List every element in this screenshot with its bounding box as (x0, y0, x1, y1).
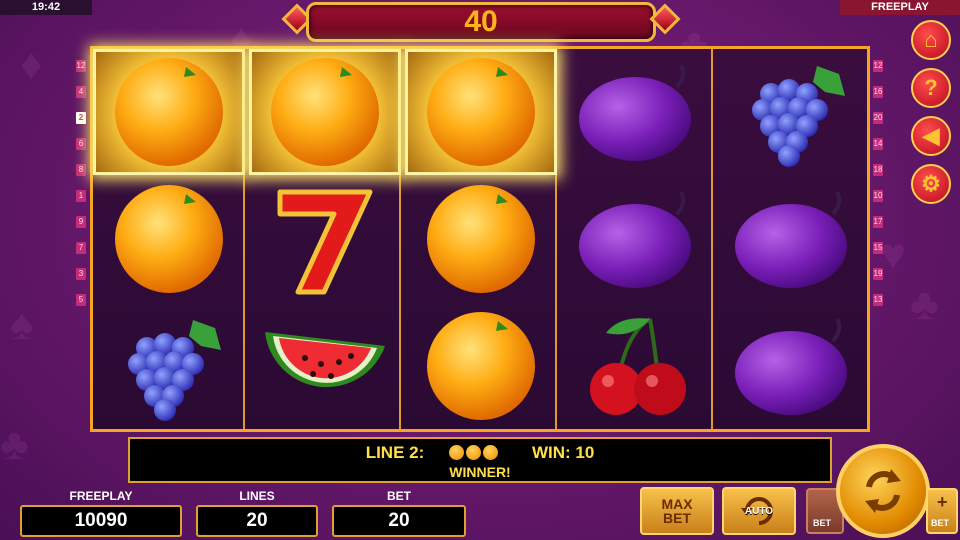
cherries-symbol (561, 303, 713, 429)
orange-symbol (249, 49, 401, 175)
payline-number: 6 (76, 138, 86, 150)
bet-increase-button[interactable]: + BET (926, 488, 958, 534)
spin-icon (865, 469, 901, 513)
sound-off-icon: ◀ (922, 123, 940, 148)
settings-icon: ⚙ (921, 171, 941, 196)
win-message-bar: LINE 2: WIN: 10 WINNER! (128, 437, 832, 483)
max-bet-button[interactable]: MAX BET (640, 487, 714, 535)
payline-number: 17 (873, 216, 883, 228)
freeplay-label: FREEPLAY (69, 489, 133, 503)
payline-number: 18 (873, 164, 883, 176)
bet-value: 20 (332, 505, 466, 537)
payline-number: 5 (76, 294, 86, 306)
sound-off-button[interactable]: ◀ (911, 116, 951, 156)
mode-tag: FREEPLAY (840, 0, 960, 15)
bet-decrease-label: BET (813, 518, 831, 528)
auto-label: AUTO (744, 505, 774, 517)
payline-numbers-left: 12 4 2 6 8 1 9 7 3 5 (76, 60, 86, 320)
payline-number: 8 (76, 164, 86, 176)
reel-3 (405, 49, 557, 429)
plus-icon: + (937, 492, 948, 512)
winner-text: WINNER! (449, 464, 511, 480)
home-button[interactable]: ⌂ (911, 20, 951, 60)
seven-symbol (249, 176, 401, 302)
lines-label: LINES (239, 489, 275, 503)
help-icon: ? (924, 75, 938, 100)
orange-symbol (405, 176, 557, 302)
plum-symbol (561, 176, 713, 302)
help-button[interactable]: ? (911, 68, 951, 108)
bet-label: BET (387, 489, 411, 503)
watermelon-symbol (249, 303, 401, 429)
payline-number: 20 (873, 112, 883, 124)
home-icon: ⌂ (924, 27, 938, 52)
reel-2 (249, 49, 401, 429)
payline-number: 12 (76, 60, 86, 72)
reel-1 (93, 49, 245, 429)
grapes-symbol (93, 303, 245, 429)
reel-5 (717, 49, 869, 429)
win-symbols-icon (448, 443, 499, 462)
payline-number: 12 (873, 60, 883, 72)
lines-value: 20 (196, 505, 318, 537)
spin-button[interactable] (836, 444, 930, 538)
orange-symbol (93, 49, 245, 175)
freeplay-balance: 10090 (20, 505, 182, 537)
clock: 19:42 (0, 0, 92, 15)
jackpot-value: 40 (464, 5, 498, 38)
max-bet-label: MAX BET (661, 496, 693, 526)
payline-number: 10 (873, 190, 883, 202)
line-label: LINE 2: (365, 443, 425, 462)
payline-number: 9 (76, 216, 86, 228)
payline-number: 2 (76, 112, 86, 124)
payline-number: 4 (76, 86, 86, 98)
payline-numbers-right: 12 16 20 14 18 10 17 15 19 13 (873, 60, 883, 320)
payline-number: 3 (76, 268, 86, 280)
payline-number: 14 (873, 138, 883, 150)
orange-symbol (93, 176, 245, 302)
orange-symbol (405, 49, 557, 175)
settings-button[interactable]: ⚙ (911, 164, 951, 204)
grapes-symbol (717, 49, 869, 175)
jackpot-display: 40 (306, 2, 656, 42)
bet-increase-label: BET (931, 518, 949, 528)
win-amount: WIN: 10 (531, 443, 595, 462)
orange-symbol (405, 303, 557, 429)
payline-number: 7 (76, 242, 86, 254)
payline-number: 13 (873, 294, 883, 306)
plum-symbol (717, 303, 869, 429)
payline-number: 1 (76, 190, 86, 202)
plum-symbol (717, 176, 869, 302)
payline-number: 19 (873, 268, 883, 280)
payline-number: 15 (873, 242, 883, 254)
plum-symbol (561, 49, 713, 175)
auto-spin-button[interactable]: AUTO (722, 487, 796, 535)
reel-area (90, 46, 870, 432)
reel-4 (561, 49, 713, 429)
payline-number: 16 (873, 86, 883, 98)
